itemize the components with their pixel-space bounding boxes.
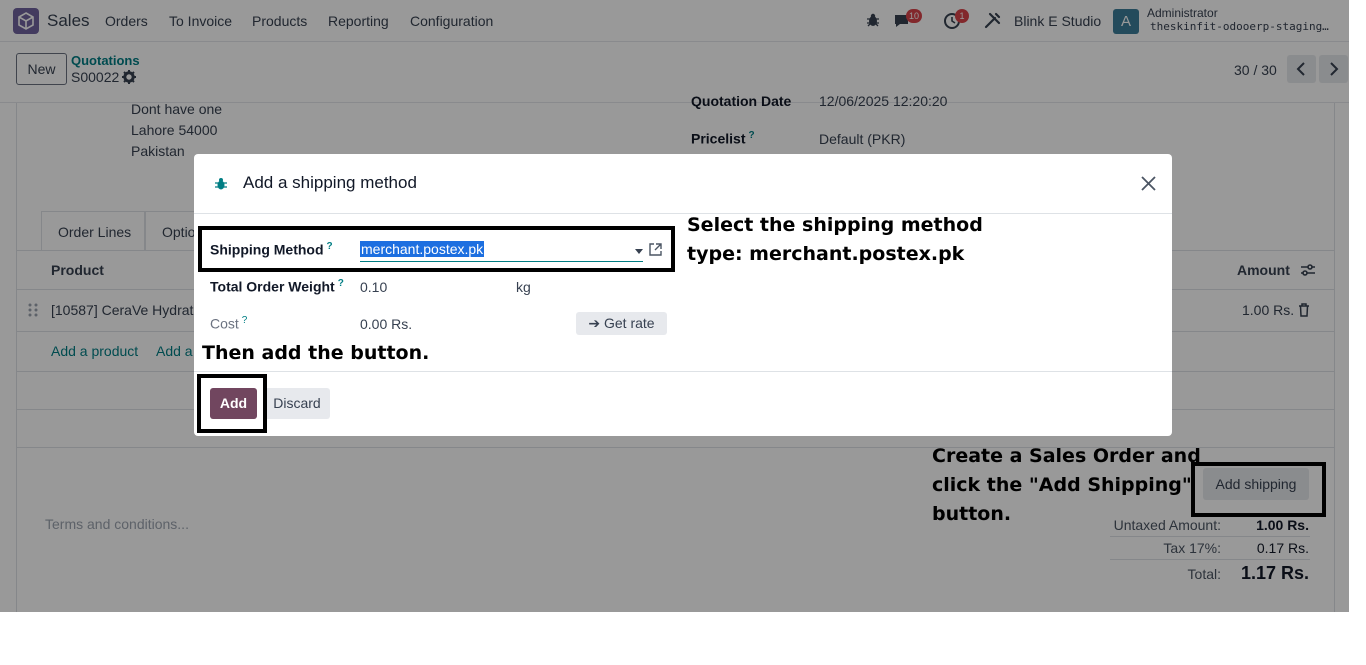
annotation-step0-line1: Create a Sales Order and	[932, 445, 1201, 467]
help-tooltip[interactable]: ?	[242, 315, 248, 326]
help-tooltip[interactable]: ?	[338, 278, 344, 289]
annotation-box-shipping-method	[198, 226, 675, 272]
get-rate-button[interactable]: ➔ Get rate	[576, 312, 667, 335]
annotation-box-add-button	[197, 374, 267, 433]
divider	[194, 371, 1172, 372]
annotation-step1-line1: Select the shipping method	[687, 214, 983, 236]
cost-label: Cost?	[210, 315, 248, 332]
discard-button[interactable]: Discard	[264, 388, 330, 419]
dialog-title: Add a shipping method	[243, 173, 417, 192]
cost-value: 0.00 Rs.	[360, 316, 413, 332]
annotation-step1-line2: type: merchant.postex.pk	[687, 243, 965, 265]
page-bottom	[0, 612, 1366, 665]
weight-unit: kg	[516, 279, 531, 295]
add-shipping-method-dialog: Add a shipping method Shipping Method? m…	[194, 154, 1172, 436]
total-order-weight-value[interactable]: 0.10	[360, 279, 387, 295]
annotation-step0-line3: button.	[932, 503, 1012, 525]
annotation-step2: Then add the button.	[202, 342, 430, 364]
bug-icon	[214, 176, 229, 191]
divider	[194, 213, 1172, 214]
total-order-weight-label: Total Order Weight?	[210, 278, 344, 295]
close-icon[interactable]	[1140, 175, 1157, 192]
annotation-step0-line2: click the "Add Shipping"	[932, 474, 1192, 496]
annotation-box-add-shipping	[1191, 462, 1326, 517]
